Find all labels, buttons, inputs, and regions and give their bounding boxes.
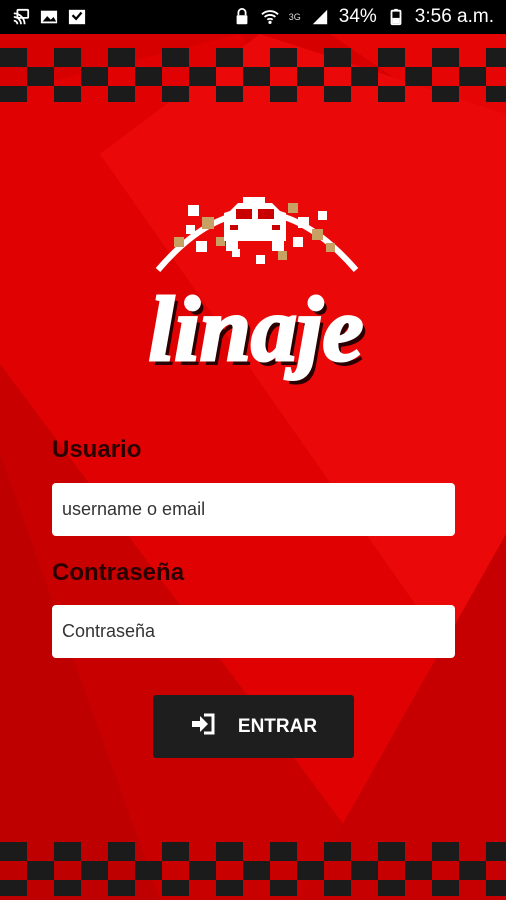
checker-cell bbox=[27, 67, 54, 86]
checker-cell bbox=[216, 48, 243, 67]
taxi-car-icon bbox=[224, 197, 286, 251]
checker-cell bbox=[81, 861, 108, 880]
checker-cell bbox=[351, 67, 378, 86]
checker-cell bbox=[216, 86, 243, 102]
checker-cell bbox=[324, 880, 351, 896]
background-stripes bbox=[0, 34, 506, 900]
checker-cell bbox=[486, 48, 506, 67]
checker-cell bbox=[108, 880, 135, 896]
checker-cell bbox=[270, 842, 297, 861]
login-button-label: ENTRAR bbox=[237, 715, 318, 737]
download-icon bbox=[68, 8, 86, 26]
checker-cell bbox=[81, 67, 108, 86]
checker-cell bbox=[243, 861, 270, 880]
checker-cell bbox=[297, 861, 324, 880]
checker-cell bbox=[297, 67, 324, 86]
checker-cell bbox=[162, 880, 189, 896]
username-input[interactable]: username o email bbox=[52, 483, 455, 536]
checker-cell bbox=[54, 842, 81, 861]
status-bar: 3G 34% 3:56 a.m. bbox=[0, 0, 506, 34]
linaje-logo: linaje linaje bbox=[138, 175, 374, 420]
lock-icon bbox=[233, 8, 251, 26]
top-checker-pattern bbox=[0, 48, 506, 102]
status-right-icons: 3G 34% 3:56 a.m. bbox=[233, 6, 494, 28]
checker-cell bbox=[189, 67, 216, 86]
password-placeholder: Contraseña bbox=[62, 621, 156, 641]
checker-cell bbox=[216, 880, 243, 896]
checker-cell bbox=[108, 48, 135, 67]
checker-cell bbox=[378, 48, 405, 67]
checker-cell bbox=[54, 880, 81, 896]
checker-cell bbox=[324, 86, 351, 102]
checker-cell bbox=[486, 86, 506, 102]
battery-icon bbox=[387, 8, 405, 26]
logo-wordmark: linaje bbox=[149, 278, 364, 380]
checker-cell bbox=[0, 86, 27, 102]
checker-cell bbox=[189, 861, 216, 880]
wifi-icon bbox=[261, 8, 279, 26]
checker-cell bbox=[486, 880, 506, 896]
username-label: Usuario bbox=[52, 436, 142, 463]
checker-cell bbox=[378, 880, 405, 896]
checker-cell bbox=[351, 861, 378, 880]
background bbox=[0, 34, 506, 900]
checker-cell bbox=[54, 48, 81, 67]
checker-cell bbox=[27, 861, 54, 880]
checker-cell bbox=[270, 880, 297, 896]
checker-cell bbox=[0, 842, 27, 861]
checker-cell bbox=[135, 861, 162, 880]
checker-cell bbox=[459, 67, 486, 86]
status-left-icons bbox=[12, 8, 86, 26]
checker-cell bbox=[405, 67, 432, 86]
checker-cell bbox=[432, 880, 459, 896]
checker-cell bbox=[432, 48, 459, 67]
checker-cell bbox=[378, 842, 405, 861]
checker-cell bbox=[162, 842, 189, 861]
checker-cell bbox=[378, 86, 405, 102]
checker-cell bbox=[108, 842, 135, 861]
checker-cell bbox=[0, 48, 27, 67]
battery-percent: 34% bbox=[338, 6, 377, 27]
checker-cell bbox=[243, 67, 270, 86]
checker-cell bbox=[162, 86, 189, 102]
checker-cell bbox=[486, 842, 506, 861]
cast-icon bbox=[12, 8, 30, 26]
checker-cell bbox=[432, 842, 459, 861]
checker-cell bbox=[0, 880, 27, 896]
checker-cell bbox=[270, 48, 297, 67]
checker-cell bbox=[405, 861, 432, 880]
login-button[interactable]: ENTRAR bbox=[153, 695, 354, 758]
username-placeholder: username o email bbox=[62, 499, 206, 519]
clock: 3:56 a.m. bbox=[414, 6, 494, 27]
login-icon bbox=[190, 713, 216, 741]
checker-cell bbox=[324, 48, 351, 67]
image-icon bbox=[40, 8, 58, 26]
checker-cell bbox=[459, 861, 486, 880]
bottom-checker-pattern bbox=[0, 842, 506, 896]
checker-cell bbox=[135, 67, 162, 86]
checker-cell bbox=[216, 842, 243, 861]
signal-icon bbox=[311, 8, 329, 26]
checker-cell bbox=[432, 86, 459, 102]
network-type: 3G bbox=[288, 12, 301, 22]
password-label: Contraseña bbox=[52, 559, 185, 586]
checker-cell bbox=[270, 86, 297, 102]
checker-cell bbox=[324, 842, 351, 861]
checker-cell bbox=[162, 48, 189, 67]
checker-cell bbox=[108, 86, 135, 102]
password-input[interactable]: Contraseña bbox=[52, 605, 455, 658]
checker-cell bbox=[54, 86, 81, 102]
